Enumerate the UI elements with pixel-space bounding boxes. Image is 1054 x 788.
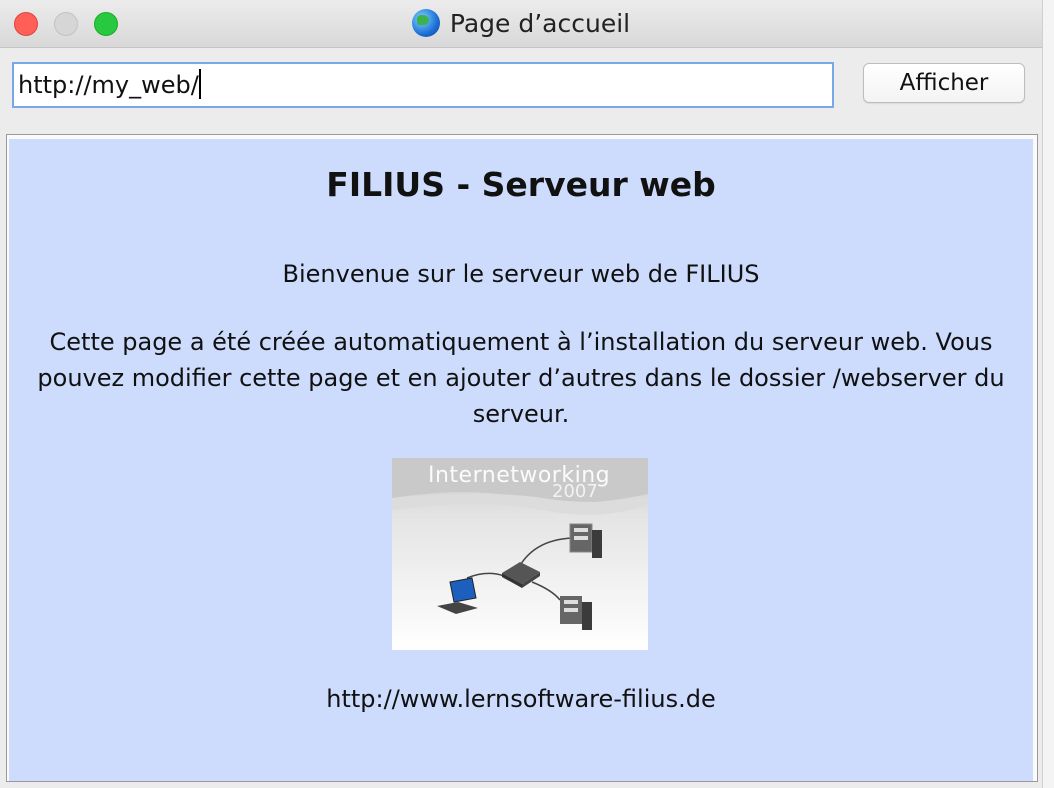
page-heading: FILIUS - Serveur web bbox=[326, 165, 716, 204]
title-bar: Page d’accueil bbox=[0, 0, 1042, 48]
logo-year: 2007 bbox=[552, 481, 598, 502]
globe-icon bbox=[411, 9, 440, 37]
web-page-content[interactable]: FILIUS - Serveur web Bienvenue sur le se… bbox=[9, 139, 1033, 781]
description-text: Cette page a été créée automatiquement à… bbox=[37, 328, 1005, 428]
address-input[interactable]: http://my_web/ bbox=[12, 62, 834, 108]
text-caret bbox=[198, 69, 201, 99]
internetworking-logo-image: Internetworking 2007 bbox=[392, 458, 648, 650]
window-title-text: Page d’accueil bbox=[449, 9, 631, 38]
welcome-text: Bienvenue sur le serveur web de FILIUS bbox=[282, 260, 760, 288]
website-link[interactable]: http://www.lernsoftware-filius.de bbox=[9, 684, 1033, 714]
show-button[interactable]: Afficher bbox=[863, 63, 1025, 103]
window-title: Page d’accueil bbox=[0, 8, 1042, 40]
window-edge bbox=[1042, 0, 1054, 788]
address-input-value: http://my_web/ bbox=[18, 71, 199, 99]
